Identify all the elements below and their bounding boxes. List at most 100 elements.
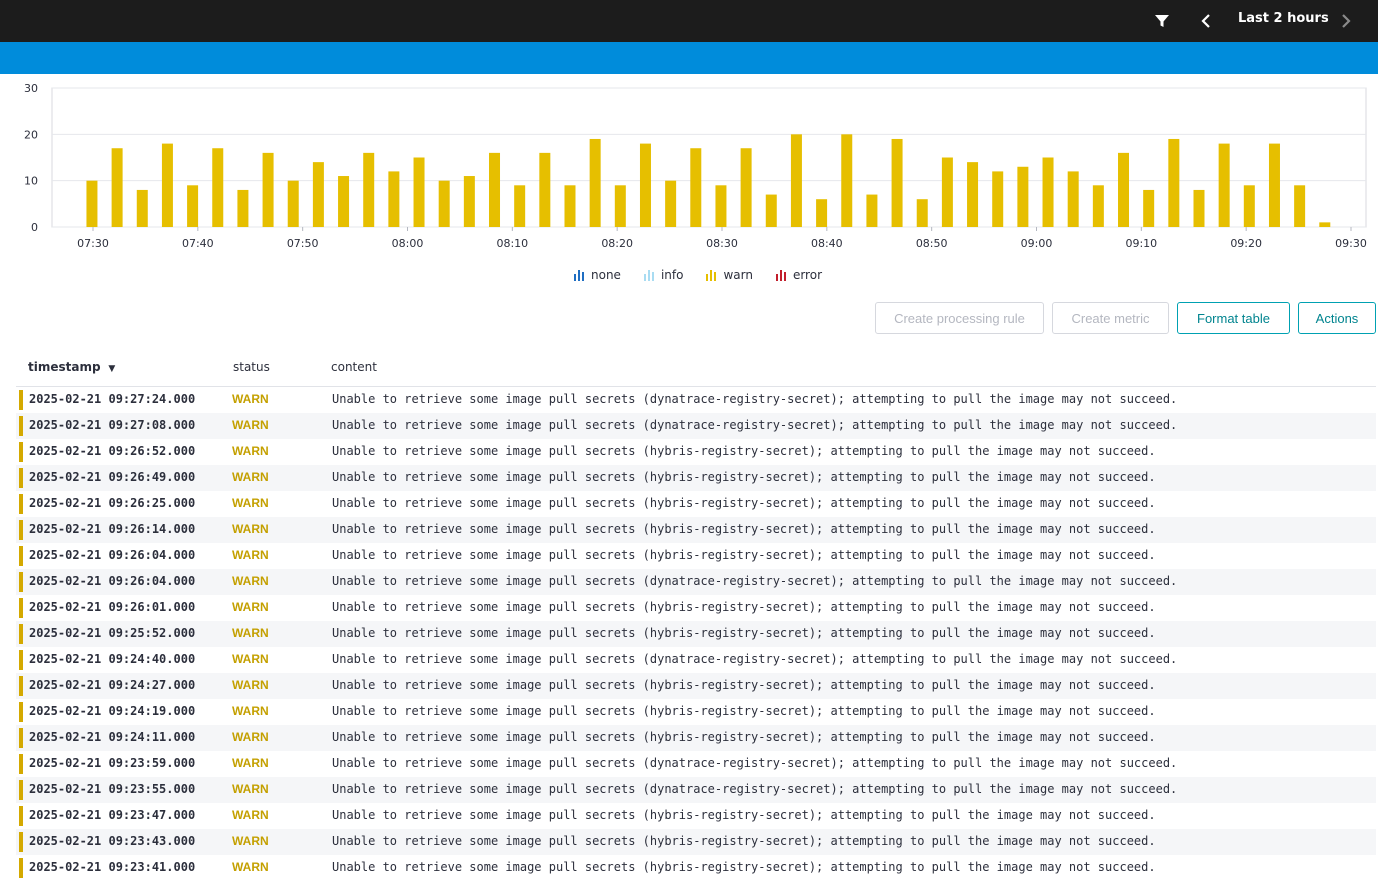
status-marker bbox=[19, 416, 23, 436]
x-tick-label: 08:20 bbox=[601, 237, 633, 250]
status-cell: WARN bbox=[232, 704, 269, 718]
column-header-timestamp[interactable]: timestamp ▼ bbox=[28, 360, 115, 374]
bar-warn bbox=[639, 143, 651, 227]
table-row[interactable]: 2025-02-21 09:23:47.000 WARN Unable to ret… bbox=[16, 803, 1376, 829]
table-row[interactable]: 2025-02-21 09:26:25.000 WARN Unable to ret… bbox=[16, 491, 1376, 517]
sort-desc-icon[interactable]: ▼ bbox=[108, 364, 115, 374]
status-cell: WARN bbox=[232, 574, 269, 588]
status-marker bbox=[19, 624, 23, 644]
filter-icon[interactable] bbox=[1151, 10, 1173, 32]
bar-warn bbox=[841, 134, 853, 227]
bar-warn bbox=[363, 152, 375, 227]
actions-button[interactable]: Actions bbox=[1298, 302, 1376, 334]
y-tick-label: 20 bbox=[24, 128, 38, 141]
status-cell: WARN bbox=[232, 600, 269, 614]
table-row[interactable]: 2025-02-21 09:26:49.000 WARN Unable to ret… bbox=[16, 465, 1376, 491]
table-row[interactable]: 2025-02-21 09:23:55.000 WARN Unable to ret… bbox=[16, 777, 1376, 803]
column-header-timestamp-label: timestamp bbox=[28, 360, 101, 374]
content-cell: Unable to retrieve some image pull secre… bbox=[332, 600, 1156, 614]
timestamp-cell: 2025-02-21 09:23:59.000 bbox=[29, 756, 196, 770]
legend-label: warn bbox=[723, 268, 753, 282]
chevron-left-icon[interactable] bbox=[1195, 10, 1217, 32]
content-cell: Unable to retrieve some image pull secre… bbox=[332, 444, 1156, 458]
time-range-selector[interactable]: Last 2 hours bbox=[1238, 11, 1329, 26]
column-header-status[interactable]: status bbox=[233, 360, 270, 374]
bar-warn bbox=[1294, 185, 1306, 227]
content-cell: Unable to retrieve some image pull secre… bbox=[332, 418, 1178, 432]
table-row[interactable]: 2025-02-21 09:26:04.000 WARN Unable to ret… bbox=[16, 569, 1376, 595]
legend-item-info[interactable]: info bbox=[643, 268, 684, 282]
status-cell: WARN bbox=[232, 444, 269, 458]
status-cell: WARN bbox=[232, 756, 269, 770]
bar-warn bbox=[816, 199, 828, 227]
table-row[interactable]: 2025-02-21 09:27:24.000 WARN Unable to ret… bbox=[16, 387, 1376, 413]
status-cell: WARN bbox=[232, 678, 269, 692]
column-header-content[interactable]: content bbox=[331, 360, 377, 374]
status-cell: WARN bbox=[232, 470, 269, 484]
status-marker bbox=[19, 520, 23, 540]
bar-warn bbox=[1067, 171, 1079, 227]
x-tick-label: 09:10 bbox=[1125, 237, 1157, 250]
bar-warn bbox=[539, 152, 551, 227]
table-row[interactable]: 2025-02-21 09:26:01.000 WARN Unable to ret… bbox=[16, 595, 1376, 621]
status-cell: WARN bbox=[232, 730, 269, 744]
format-table-button[interactable]: Format table bbox=[1177, 302, 1290, 334]
chevron-right-icon[interactable] bbox=[1335, 10, 1357, 32]
legend-item-warn[interactable]: warn bbox=[705, 268, 753, 282]
status-cell: WARN bbox=[232, 626, 269, 640]
content-cell: Unable to retrieve some image pull secre… bbox=[332, 678, 1156, 692]
content-cell: Unable to retrieve some image pull secre… bbox=[332, 470, 1156, 484]
bar-chart-icon bbox=[706, 270, 717, 281]
table-header: timestamp ▼ status content bbox=[16, 358, 1376, 387]
table-row[interactable]: 2025-02-21 09:23:41.000 WARN Unable to ret… bbox=[16, 855, 1376, 881]
bar-warn bbox=[287, 180, 299, 227]
legend-item-none[interactable]: none bbox=[573, 268, 621, 282]
table-row[interactable]: 2025-02-21 09:23:59.000 WARN Unable to ret… bbox=[16, 751, 1376, 777]
x-tick-label: 08:00 bbox=[392, 237, 424, 250]
content-cell: Unable to retrieve some image pull secre… bbox=[332, 704, 1156, 718]
bar-warn bbox=[1218, 143, 1230, 227]
bar-warn bbox=[690, 148, 702, 227]
bar-warn bbox=[262, 152, 274, 227]
status-marker bbox=[19, 546, 23, 566]
table-row[interactable]: 2025-02-21 09:26:14.000 WARN Unable to ret… bbox=[16, 517, 1376, 543]
status-marker bbox=[19, 702, 23, 722]
status-cell: WARN bbox=[232, 860, 269, 874]
x-tick-label: 07:50 bbox=[287, 237, 319, 250]
x-tick-label: 09:00 bbox=[1021, 237, 1053, 250]
x-tick-label: 07:30 bbox=[77, 237, 109, 250]
table-row[interactable]: 2025-02-21 09:26:52.000 WARN Unable to ret… bbox=[16, 439, 1376, 465]
x-tick-label: 09:30 bbox=[1335, 237, 1367, 250]
x-tick-label: 09:20 bbox=[1230, 237, 1262, 250]
legend-label: info bbox=[660, 268, 684, 282]
table-row[interactable]: 2025-02-21 09:24:40.000 WARN Unable to ret… bbox=[16, 647, 1376, 673]
top-bar: Last 2 hours bbox=[0, 0, 1378, 42]
bar-warn bbox=[86, 180, 98, 227]
status-marker bbox=[19, 390, 23, 410]
table-row[interactable]: 2025-02-21 09:24:11.000 WARN Unable to ret… bbox=[16, 725, 1376, 751]
accent-bar bbox=[0, 42, 1378, 74]
legend-item-error[interactable]: error bbox=[775, 268, 822, 282]
table-row[interactable]: 2025-02-21 09:27:08.000 WARN Unable to ret… bbox=[16, 413, 1376, 439]
table-row[interactable]: 2025-02-21 09:23:43.000 WARN Unable to ret… bbox=[16, 829, 1376, 855]
status-marker bbox=[19, 806, 23, 826]
x-tick-label: 08:40 bbox=[811, 237, 843, 250]
bar-warn bbox=[212, 148, 224, 227]
content-cell: Unable to retrieve some image pull secre… bbox=[332, 626, 1156, 640]
create-metric-button[interactable]: Create metric bbox=[1052, 302, 1169, 334]
table-row[interactable]: 2025-02-21 09:26:04.000 WARN Unable to ret… bbox=[16, 543, 1376, 569]
bar-warn bbox=[665, 180, 677, 227]
create-processing-rule-button[interactable]: Create processing rule bbox=[875, 302, 1044, 334]
table-row[interactable]: 2025-02-21 09:24:19.000 WARN Unable to ret… bbox=[16, 699, 1376, 725]
timestamp-cell: 2025-02-21 09:26:14.000 bbox=[29, 522, 196, 536]
status-cell: WARN bbox=[232, 808, 269, 822]
bar-warn bbox=[967, 162, 979, 227]
timestamp-cell: 2025-02-21 09:26:52.000 bbox=[29, 444, 196, 458]
status-marker bbox=[19, 858, 23, 878]
table-row[interactable]: 2025-02-21 09:24:27.000 WARN Unable to ret… bbox=[16, 673, 1376, 699]
status-marker bbox=[19, 442, 23, 462]
bar-warn bbox=[413, 157, 425, 227]
bar-warn bbox=[237, 189, 249, 227]
table-row[interactable]: 2025-02-21 09:25:52.000 WARN Unable to ret… bbox=[16, 621, 1376, 647]
bar-chart-icon bbox=[775, 270, 786, 281]
